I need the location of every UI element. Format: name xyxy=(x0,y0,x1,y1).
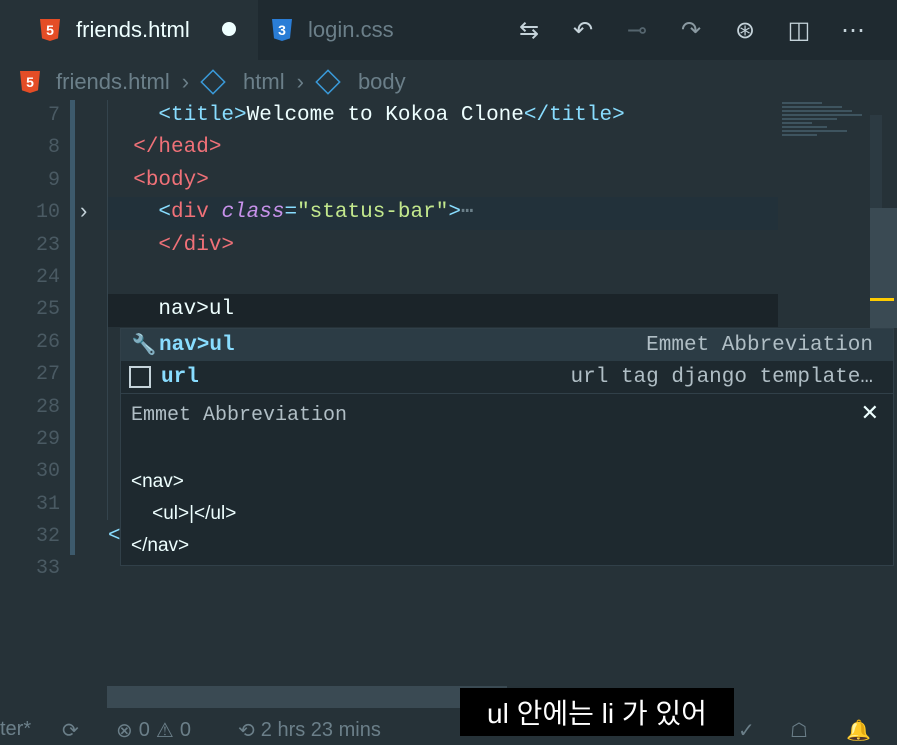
tag: </head> xyxy=(133,136,222,160)
line-number: 9 xyxy=(47,168,60,192)
code-line: <body> xyxy=(108,165,778,197)
tag-open: <title> xyxy=(158,104,247,127)
fold-chevron-icon[interactable]: › xyxy=(80,198,87,224)
tag: div xyxy=(171,201,209,225)
feedback-icon[interactable]: ☖ xyxy=(790,718,808,743)
emmet-input: nav>ul xyxy=(158,298,235,322)
cursor-marker xyxy=(870,298,894,301)
tag: <body> xyxy=(133,168,209,192)
warning-icon: ⚠ xyxy=(155,720,174,742)
horizontal-scrollbar[interactable] xyxy=(107,686,507,708)
folded-ellipsis-icon[interactable]: ⋯ xyxy=(461,201,474,224)
breadcrumb: 5 friends.html › html › body xyxy=(20,66,406,98)
html5-icon: 5 xyxy=(20,71,40,93)
status-bar: ter* ⟳ ⊗ 0 ⚠ 0 ⟲ 2 hrs 23 mins ✓ ☖ 🔔 xyxy=(0,710,897,745)
suggestion-label: nav>ul xyxy=(159,333,235,357)
tab-label: friends.html xyxy=(76,17,190,42)
code-line: nav>ul xyxy=(108,294,778,327)
line-number: 26 xyxy=(35,330,60,354)
history-icon: ⟲ xyxy=(238,720,255,742)
problems[interactable]: ⊗ 0 ⚠ 0 xyxy=(116,718,191,743)
line-number: 28 xyxy=(35,395,60,419)
close-icon[interactable]: ✕ xyxy=(861,400,879,426)
tag-fragment: < xyxy=(108,525,121,549)
tab-bar: 5 friends.html 3 login.css ⇆ ↶ ⊸ ↷ ⊛ ◫ ⋯ xyxy=(0,0,897,60)
time-tracker[interactable]: ⟲ 2 hrs 23 mins xyxy=(238,718,381,743)
code-line: </div> xyxy=(108,230,778,262)
suggestion-item[interactable]: 🔧 nav>ul Emmet Abbreviation xyxy=(121,329,893,361)
suggestion-item[interactable]: url url tag django template… xyxy=(121,361,893,393)
warning-count: 0 xyxy=(179,719,191,741)
suggestion-detail: Emmet Abbreviation xyxy=(646,333,873,357)
chevron-right-icon: › xyxy=(181,69,190,94)
element-icon xyxy=(200,69,226,95)
modified-dot-icon[interactable] xyxy=(222,22,236,36)
line-number: 25 xyxy=(35,298,60,322)
more-icon[interactable]: ⋯ xyxy=(833,12,873,48)
line-number: 7 xyxy=(47,104,60,127)
line-number: 33 xyxy=(35,557,60,581)
bell-icon[interactable]: 🔔 xyxy=(846,718,871,743)
element-icon xyxy=(315,69,341,95)
time-text: 2 hrs 23 mins xyxy=(260,719,381,741)
git-change-bar[interactable] xyxy=(70,100,75,555)
error-count: 0 xyxy=(138,719,150,741)
video-subtitle: ul 안에는 li 가 있어 xyxy=(460,688,734,736)
html5-icon: 5 xyxy=(40,19,60,41)
tab-friends-html[interactable]: 5 friends.html xyxy=(0,0,258,60)
preview-line: <nav> xyxy=(131,471,184,492)
line-number: 27 xyxy=(35,363,60,387)
suggestion-detail: url tag django template… xyxy=(570,365,873,389)
status-left[interactable]: ter* xyxy=(0,718,31,741)
tag-close: </title> xyxy=(523,104,625,127)
line-number-gutter: 7 8 9 10 23 24 25 26 27 28 29 30 31 32 3… xyxy=(0,100,70,586)
go-forward-icon[interactable]: ↷ xyxy=(671,12,711,48)
scrollbar-thumb[interactable] xyxy=(870,208,897,328)
breadcrumb-body[interactable]: body xyxy=(358,69,406,95)
code-line: <div class="status-bar">⋯ xyxy=(108,197,778,230)
code-line: </head> xyxy=(108,132,778,164)
error-icon: ⊗ xyxy=(116,720,133,742)
snippet-icon xyxy=(129,366,151,388)
suggestion-label: url xyxy=(161,365,199,389)
tab-login-css[interactable]: 3 login.css xyxy=(272,0,394,60)
title-text: Welcome to Kokoa Clone xyxy=(246,104,524,127)
suggestion-widget: 🔧 nav>ul Emmet Abbreviation url url tag … xyxy=(120,328,894,566)
suggestion-details-pane: Emmet Abbreviation ✕ <nav> <ul>|</ul> </… xyxy=(121,393,893,566)
line-number: 32 xyxy=(35,525,60,549)
preview-line: </nav> xyxy=(131,535,190,556)
compare-icon[interactable]: ⇆ xyxy=(509,12,549,48)
go-back-icon[interactable]: ↶ xyxy=(563,12,603,48)
line-number: 29 xyxy=(35,427,60,451)
sync-icon[interactable]: ⟳ xyxy=(62,718,79,743)
line-number: 8 xyxy=(47,136,60,160)
chevron-right-icon: › xyxy=(296,69,304,94)
css3-icon: 3 xyxy=(272,19,292,41)
split-editor-icon[interactable]: ◫ xyxy=(779,12,819,48)
line-number: 30 xyxy=(35,460,60,484)
breadcrumb-html[interactable]: html xyxy=(243,69,285,95)
git-graph-icon[interactable]: ⊛ xyxy=(725,12,765,48)
editor-toolbar: ⇆ ↶ ⊸ ↷ ⊛ ◫ ⋯ xyxy=(509,12,873,48)
line-number: 23 xyxy=(35,233,60,257)
breadcrumb-file[interactable]: friends.html xyxy=(56,69,170,95)
line-number: 31 xyxy=(35,492,60,516)
tag: </div> xyxy=(158,233,235,257)
commit-icon[interactable]: ⊸ xyxy=(617,12,657,48)
details-preview: <nav> <ul>|</ul> </nav> xyxy=(131,466,236,562)
line-number: 24 xyxy=(35,265,60,289)
details-title: Emmet Abbreviation xyxy=(131,404,348,427)
attribute: class xyxy=(221,201,285,225)
line-number: 10 xyxy=(35,201,60,225)
minimap[interactable] xyxy=(782,100,870,160)
preview-line: <ul>|</ul> xyxy=(131,503,237,524)
attribute-value: "status-bar" xyxy=(297,201,449,225)
check-icon[interactable]: ✓ xyxy=(738,718,755,743)
wrench-icon: 🔧 xyxy=(131,335,157,358)
code-line: <title>Welcome to Kokoa Clone</title> xyxy=(108,100,778,132)
tab-label: login.css xyxy=(308,17,394,42)
